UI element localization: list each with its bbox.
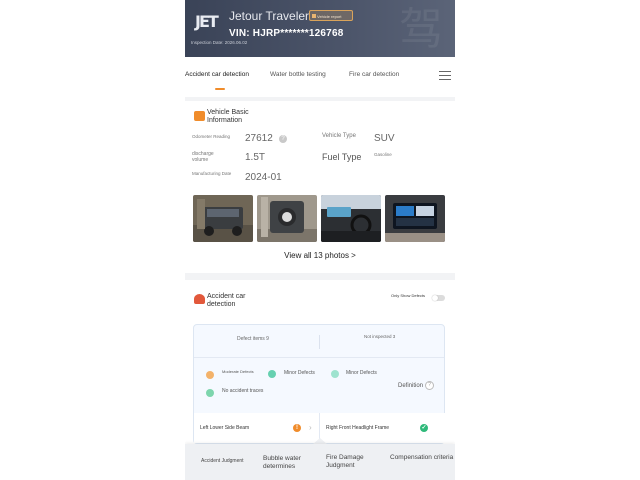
displacement-value: 1.5T: [245, 152, 266, 163]
bottom-tab-fire-damage[interactable]: Fire Damage Judgment: [326, 454, 378, 470]
basic-info-title-line2: Information: [207, 117, 243, 124]
minor-defect-dot-2: [331, 370, 339, 378]
displacement-label: discharge volume: [192, 151, 214, 163]
inspection-item-label: Right Front Headlight Frame: [326, 425, 390, 431]
no-accident-traces-label: No accident traces: [222, 388, 264, 394]
hamburger-menu-icon[interactable]: [439, 71, 451, 81]
accident-title-line1: Accident car: [207, 293, 246, 300]
detection-summary-box: Defect items 9 Not inspected 3 Moderate …: [193, 324, 445, 444]
inspection-date: Inspection Date: 2026.06.02: [191, 40, 248, 45]
car-accident-icon: [194, 294, 205, 304]
fuel-type-label: Fuel Type: [322, 152, 362, 162]
check-circle-icon: ✓: [420, 424, 428, 432]
only-show-defects-toggle[interactable]: [432, 295, 445, 301]
moderate-defects-label: Moderate Defects: [222, 369, 254, 374]
manufacture-date-label: Manufacturing Date: [192, 171, 232, 176]
tab-accident-car-detection[interactable]: Accident car detection: [185, 71, 249, 78]
vehicle-type-value: SUV: [374, 133, 395, 144]
basic-info-title: Vehicle Basic Information: [207, 109, 249, 125]
chevron-right-icon: ›: [309, 423, 312, 432]
report-header: 驾 JET Jetour Traveler Vehicle report VIN…: [185, 0, 455, 57]
exclamation-circle-icon: !: [293, 424, 301, 432]
definition-label[interactable]: Definition: [398, 383, 423, 389]
header-watermark: 驾: [399, 4, 443, 55]
bottom-tab-bubble-water[interactable]: Bubble water determines: [263, 455, 318, 471]
odometer-value: 27612: [245, 133, 273, 144]
phone-screen: 驾 JET Jetour Traveler Vehicle report VIN…: [185, 0, 455, 480]
fuel-type-value: Gasoline: [374, 152, 392, 157]
defect-items-count[interactable]: Defect items 9: [237, 336, 269, 342]
detection-summary-header: Defect items 9 Not inspected 3: [194, 325, 444, 358]
brand-logo: JET: [195, 12, 219, 31]
question-circle-icon[interactable]: ?: [279, 135, 287, 143]
accident-title-line2: detection: [207, 301, 236, 308]
odometer-label: Odometer Reading: [192, 134, 231, 139]
vehicle-photo-exterior[interactable]: [193, 195, 253, 242]
definition-help-icon[interactable]: ?: [425, 381, 434, 390]
vehicle-type-label: Vehicle Type: [322, 133, 356, 139]
moderate-defect-dot: [206, 371, 214, 379]
car-model-title: Jetour Traveler: [229, 9, 310, 23]
active-tab-indicator: [215, 88, 225, 90]
detection-tab-bar: Accident car detection Water bottle test…: [185, 57, 455, 97]
inspection-item-row[interactable]: Left Lower Side Beam ! ›: [194, 413, 319, 443]
vehicle-photo-rear[interactable]: [257, 195, 317, 242]
minor-defects-label-1: Minor Defects: [284, 370, 315, 376]
minor-defects-label-2: Minor Defects: [346, 370, 377, 376]
manufacture-date-value: 2024-01: [245, 172, 282, 183]
bottom-tab-bar: Accident Judgment Bubble water determine…: [185, 444, 455, 480]
displacement-label-line2: volume: [192, 157, 209, 163]
not-inspected-count[interactable]: Not inspected 3: [364, 334, 395, 339]
tab-fire-car-detection[interactable]: Fire car detection: [349, 71, 399, 78]
tab-water-bottle-testing[interactable]: Water bottle testing: [270, 71, 326, 78]
inspection-item-label: Left Lower Side Beam: [200, 425, 250, 431]
basic-info-title-line1: Vehicle Basic: [207, 109, 249, 116]
vehicle-photo-dashboard[interactable]: [385, 195, 445, 242]
report-icon: [194, 111, 205, 121]
only-show-defects-label: Only Show Defects: [391, 293, 426, 298]
no-accident-dot: [206, 389, 214, 397]
inspection-item-row[interactable]: Right Front Headlight Frame ✓: [320, 413, 445, 443]
bottom-tab-accident-judgment[interactable]: Accident Judgment: [201, 457, 244, 465]
report-badge[interactable]: Vehicle report: [309, 10, 353, 21]
view-all-photos-link[interactable]: View all 13 photos >: [185, 251, 455, 260]
minor-defect-dot-1: [268, 370, 276, 378]
vehicle-photo-interior[interactable]: [321, 195, 381, 242]
summary-divider: [319, 335, 320, 349]
bottom-tab-compensation[interactable]: Compensation criteria: [390, 454, 453, 462]
accident-title: Accident car detection: [207, 293, 246, 309]
vin-number: VIN: HJRP*******126768: [229, 28, 344, 39]
vehicle-basic-info-card: Vehicle Basic Information Odometer Readi…: [185, 101, 455, 273]
